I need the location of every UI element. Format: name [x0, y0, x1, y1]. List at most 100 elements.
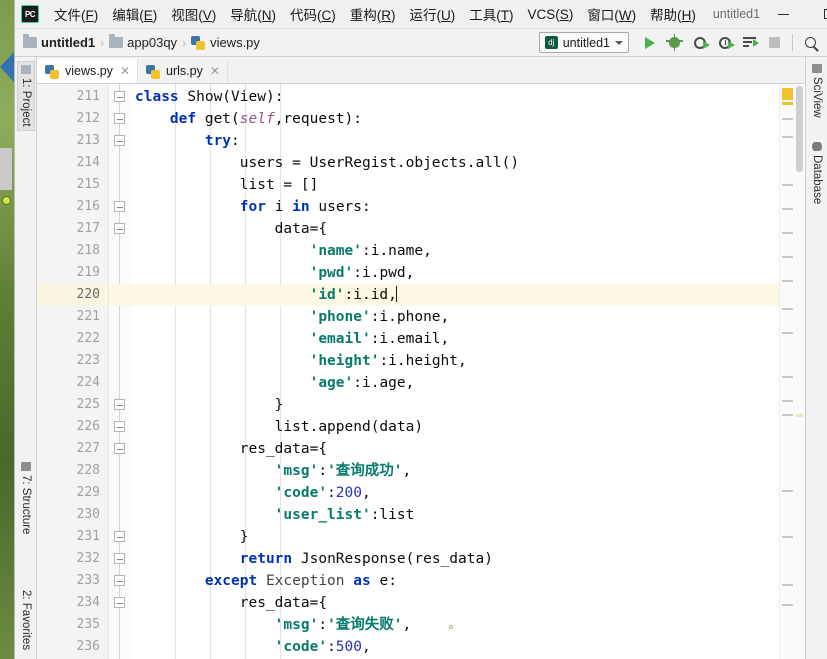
code-line[interactable]: res_data={	[131, 592, 779, 614]
menu-item-10[interactable]: 窗口(W)	[580, 2, 643, 26]
breadcrumb-item-untitled1[interactable]: untitled1	[23, 35, 95, 50]
scrollbar-thumb[interactable]	[796, 86, 803, 172]
editor-tab-urls-py[interactable]: urls.py✕	[138, 59, 228, 83]
menu-item-2[interactable]: 编辑(E)	[105, 2, 164, 26]
code-line[interactable]: 'pwd':i.pwd,	[131, 262, 779, 284]
profile-button[interactable]	[712, 31, 737, 55]
fold-collapse-icon[interactable]	[114, 575, 125, 586]
fold-collapse-icon[interactable]	[114, 443, 125, 454]
run-button[interactable]	[637, 31, 662, 55]
fold-row[interactable]	[109, 636, 131, 658]
fold-row[interactable]	[109, 394, 131, 416]
fold-collapse-icon[interactable]	[114, 113, 125, 124]
fold-row[interactable]	[109, 218, 131, 240]
fold-collapse-icon[interactable]	[114, 91, 125, 102]
editor-scrollbar[interactable]	[795, 84, 805, 659]
fold-row[interactable]	[109, 152, 131, 174]
code-line[interactable]: 'height':i.height,	[131, 350, 779, 372]
fold-row[interactable]	[109, 504, 131, 526]
menu-item-7[interactable]: 运行(U)	[403, 2, 463, 26]
code-line[interactable]: 'name':i.name,	[131, 240, 779, 262]
fold-collapse-icon[interactable]	[114, 399, 125, 410]
code-text-area[interactable]: class Show(View): def get(self,request):…	[131, 84, 779, 659]
warning-marker[interactable]	[782, 102, 793, 105]
sidebar-item-project[interactable]: 1: Project	[17, 61, 35, 131]
fold-row[interactable]	[109, 482, 131, 504]
code-line[interactable]: 'id':i.id,	[131, 284, 779, 306]
debug-button[interactable]	[662, 31, 687, 55]
code-line[interactable]: }	[131, 526, 779, 548]
fold-collapse-icon[interactable]	[114, 597, 125, 608]
code-line[interactable]: res_data={	[131, 438, 779, 460]
fold-collapse-icon[interactable]	[114, 553, 125, 564]
code-line[interactable]: data={	[131, 218, 779, 240]
fold-row[interactable]	[109, 460, 131, 482]
code-line[interactable]: try:	[131, 130, 779, 152]
breadcrumb-item-app03qy[interactable]: app03qy	[109, 35, 177, 50]
code-line[interactable]: 'msg':'查询成功',	[131, 460, 779, 482]
fold-row[interactable]	[109, 416, 131, 438]
fold-row[interactable]	[109, 438, 131, 460]
fold-row[interactable]	[109, 306, 131, 328]
code-line[interactable]: for i in users:	[131, 196, 779, 218]
fold-collapse-icon[interactable]	[114, 135, 125, 146]
fold-collapse-icon[interactable]	[114, 223, 125, 234]
code-line[interactable]: def get(self,request):	[131, 108, 779, 130]
code-line[interactable]: return JsonResponse(res_data)	[131, 548, 779, 570]
code-line[interactable]: 'email':i.email,	[131, 328, 779, 350]
code-line[interactable]: 'code':500,	[131, 636, 779, 658]
close-tab-icon[interactable]: ✕	[120, 64, 130, 78]
stop-button[interactable]	[762, 31, 787, 55]
menu-item-5[interactable]: 代码(C)	[283, 2, 343, 26]
code-line[interactable]: 'msg':'查询失败',	[131, 614, 779, 636]
code-line[interactable]: }	[131, 394, 779, 416]
search-everywhere-button[interactable]	[798, 31, 823, 55]
menu-item-6[interactable]: 重构(R)	[343, 2, 403, 26]
sidebar-item-favorites[interactable]: 2: Favorites	[18, 583, 34, 653]
warning-marker[interactable]	[782, 88, 793, 100]
menu-item-4[interactable]: 导航(N)	[223, 2, 283, 26]
code-line[interactable]: 'code':200,	[131, 482, 779, 504]
fold-row[interactable]	[109, 372, 131, 394]
code-line[interactable]: users = UserRegist.objects.all()	[131, 152, 779, 174]
code-line[interactable]: 'phone':i.phone,	[131, 306, 779, 328]
fold-row[interactable]	[109, 108, 131, 130]
fold-row[interactable]	[109, 174, 131, 196]
maximize-button[interactable]	[806, 0, 827, 29]
code-line[interactable]: except Exception as e:	[131, 570, 779, 592]
fold-row[interactable]	[109, 262, 131, 284]
code-line[interactable]: 'user_list':list	[131, 504, 779, 526]
code-editor[interactable]: 2112122132142152162172182192202212222232…	[37, 83, 805, 659]
sidebar-item-database[interactable]: Database	[809, 139, 825, 207]
menu-item-1[interactable]: 文件(F)	[47, 2, 105, 26]
coverage-button[interactable]	[687, 31, 712, 55]
code-folding-gutter[interactable]	[109, 84, 131, 659]
code-line[interactable]: 'age':i.age,	[131, 372, 779, 394]
code-line[interactable]: list = []	[131, 174, 779, 196]
fold-row[interactable]	[109, 592, 131, 614]
sidebar-item-sciview[interactable]: SciView	[809, 61, 825, 121]
menu-item-3[interactable]: 视图(V)	[164, 2, 223, 26]
run-configuration-selector[interactable]: dj untitled1	[539, 32, 629, 53]
fold-row[interactable]	[109, 548, 131, 570]
fold-row[interactable]	[109, 570, 131, 592]
fold-row[interactable]	[109, 350, 131, 372]
menu-item-9[interactable]: VCS(S)	[521, 5, 581, 24]
sidebar-item-structure[interactable]: 7: Structure	[18, 459, 34, 537]
fold-row[interactable]	[109, 328, 131, 350]
editor-tab-views-py[interactable]: views.py✕	[37, 59, 138, 83]
fold-row[interactable]	[109, 196, 131, 218]
fold-row[interactable]	[109, 614, 131, 636]
menu-item-8[interactable]: 工具(T)	[462, 2, 520, 26]
close-tab-icon[interactable]: ✕	[210, 64, 220, 78]
error-marker-gutter[interactable]	[779, 84, 795, 659]
fold-row[interactable]	[109, 526, 131, 548]
fold-collapse-icon[interactable]	[114, 531, 125, 542]
code-line[interactable]: list.append(data)	[131, 416, 779, 438]
fold-collapse-icon[interactable]	[114, 201, 125, 212]
fold-row[interactable]	[109, 130, 131, 152]
minimize-button[interactable]	[760, 0, 806, 29]
breadcrumb-item-views-py[interactable]: views.py	[191, 35, 260, 50]
fold-row[interactable]	[109, 86, 131, 108]
fold-row[interactable]	[109, 284, 131, 306]
